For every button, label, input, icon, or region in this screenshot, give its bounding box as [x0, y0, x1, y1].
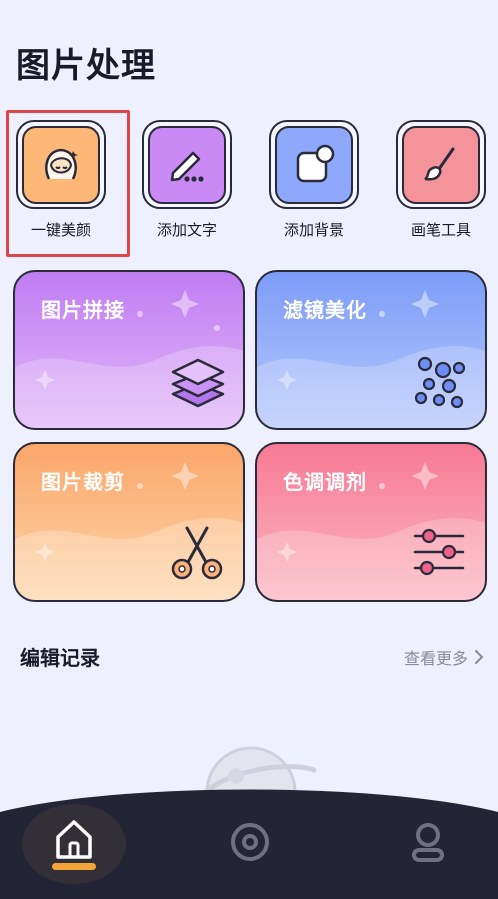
nav-home[interactable] — [44, 812, 104, 872]
card-color-tone[interactable]: 色调调剂 — [255, 442, 487, 602]
tool-label: 画笔工具 — [410, 221, 471, 239]
tool-add-text[interactable]: 添加文字 — [137, 120, 237, 240]
camera-icon — [231, 823, 269, 861]
layers-icon — [171, 354, 225, 414]
home-icon — [52, 820, 96, 870]
card-title: 色调调剂 — [283, 470, 367, 494]
view-more-label: 查看更多 — [403, 649, 468, 668]
tool-frame — [142, 120, 232, 209]
card-title: 滤镜美化 — [283, 298, 367, 322]
records-title: 编辑记录 — [20, 646, 100, 670]
page-title: 图片处理 — [16, 46, 156, 86]
scissors-icon — [169, 524, 225, 586]
card-image-crop[interactable]: 图片裁剪 — [13, 442, 245, 602]
filter-dots-icon — [413, 354, 467, 414]
tool-frame — [16, 120, 106, 209]
tool-label: 一键美颜 — [30, 221, 91, 239]
profile-icon — [412, 823, 444, 862]
tool-frame — [396, 120, 486, 209]
pencil-text-icon — [148, 125, 226, 204]
brush-icon — [402, 125, 480, 204]
face-beauty-icon — [22, 125, 100, 204]
sliders-icon — [411, 526, 467, 586]
tool-label: 添加文字 — [156, 221, 217, 239]
tool-add-background[interactable]: 添加背景 — [264, 120, 364, 240]
chevron-right-icon — [475, 650, 484, 664]
card-image-stitch[interactable]: 图片拼接 — [13, 270, 245, 430]
card-filter[interactable]: 滤镜美化 — [255, 270, 487, 430]
tool-face-beauty[interactable]: 一键美颜 — [11, 120, 111, 240]
view-more-link[interactable]: 查看更多 — [404, 645, 484, 669]
tool-brush[interactable]: 画笔工具 — [391, 120, 491, 240]
background-icon — [275, 125, 353, 204]
tool-label: 添加背景 — [283, 221, 344, 239]
card-title: 图片裁剪 — [41, 470, 125, 494]
tool-frame — [269, 120, 359, 209]
nav-profile[interactable] — [398, 812, 458, 872]
nav-camera[interactable] — [220, 812, 280, 872]
card-title: 图片拼接 — [41, 298, 125, 322]
